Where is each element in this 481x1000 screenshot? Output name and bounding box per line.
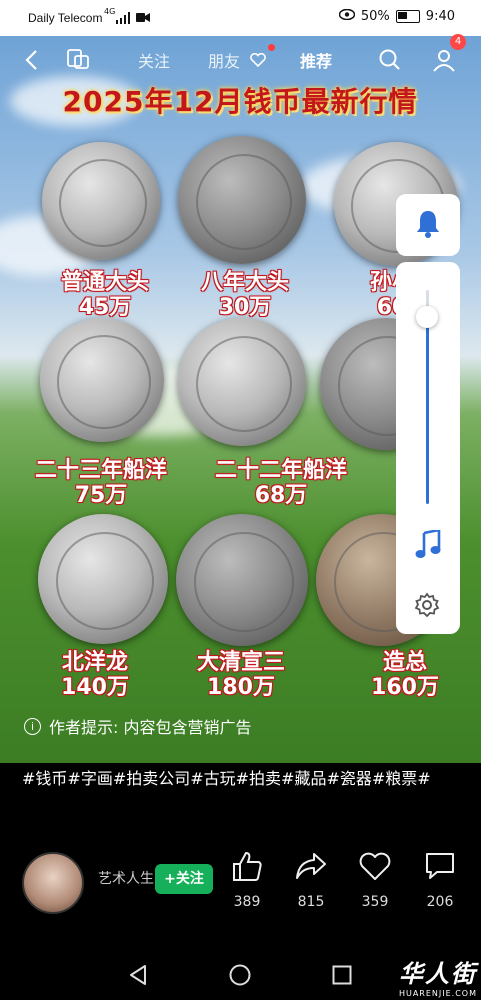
video-camera-icon	[136, 12, 150, 26]
tab-friends[interactable]: 朋友	[208, 48, 240, 72]
coin-caption: 北洋龙 140万	[30, 650, 160, 700]
site-watermark: 华人街 HUARENJIE.COM	[399, 954, 477, 998]
coin-price: 30万	[218, 295, 272, 320]
comment-bubble-icon[interactable]	[423, 853, 457, 886]
volume-slider-fill	[426, 318, 429, 504]
coin-price: 68万	[254, 483, 308, 508]
back-triangle-icon[interactable]	[128, 964, 148, 990]
coin-name: 北洋龙	[61, 650, 128, 675]
coin-image	[40, 318, 164, 442]
search-icon[interactable]	[378, 48, 402, 76]
tab-recommend[interactable]: 推荐	[300, 48, 332, 72]
coin-image	[178, 318, 306, 446]
coin-price: 160万	[371, 675, 439, 700]
back-icon[interactable]	[24, 49, 38, 75]
follow-button[interactable]: +关注	[155, 864, 213, 894]
comment-count: 206	[426, 894, 454, 910]
video-headline: 2025年12月钱币最新行情	[62, 85, 418, 118]
coin-name: 普通大头	[60, 270, 149, 295]
settings-gear-icon[interactable]	[414, 592, 440, 622]
share-count: 815	[297, 894, 325, 910]
volume-slider-handle[interactable]	[416, 306, 438, 328]
watermark-logo-text: 华人街	[399, 960, 477, 988]
author-name[interactable]: 艺术人生	[98, 868, 154, 888]
status-bar: Daily Telecom 4G 50% 9:40	[0, 0, 481, 36]
coin-name: 造总	[382, 650, 427, 675]
eye-icon	[338, 8, 356, 24]
volume-panel	[396, 262, 460, 634]
coin-price: 140万	[61, 675, 129, 700]
coin-caption: 造总 160万	[340, 650, 470, 700]
avatar[interactable]	[22, 852, 84, 914]
watermark-domain: HUARENJIE.COM	[398, 989, 477, 998]
share-arrow-icon[interactable]	[294, 853, 328, 886]
info-icon: i	[24, 717, 41, 735]
recents-square-icon[interactable]	[332, 965, 352, 989]
top-navigation: 关注 朋友 推荐 4	[0, 34, 481, 84]
tab-follow[interactable]: 关注	[138, 48, 170, 72]
signal-icon	[116, 12, 132, 27]
friends-red-dot	[268, 44, 275, 51]
bell-icon[interactable]	[414, 208, 442, 244]
favorite-action[interactable]: 359	[352, 850, 398, 910]
coin-price: 180万	[207, 675, 275, 700]
like-action[interactable]: 389	[224, 850, 270, 910]
share-action[interactable]: 815	[288, 850, 334, 910]
coin-name: 二十二年船洋	[214, 458, 347, 483]
profile-icon[interactable]	[432, 48, 456, 76]
notification-bell-panel[interactable]	[396, 194, 460, 256]
coin-image	[178, 136, 306, 264]
coin-image	[38, 514, 168, 644]
like-count: 389	[233, 894, 261, 910]
coin-caption: 二十三年船洋 75万	[16, 458, 186, 508]
post-hashtags[interactable]: #钱币#字画#拍卖公司#古玩#拍卖#藏品#瓷器#粮票#	[22, 766, 467, 792]
notification-badge: 4	[450, 34, 466, 50]
coin-image	[176, 514, 308, 646]
thumbs-up-icon[interactable]	[230, 851, 264, 886]
heart-icon[interactable]	[358, 852, 392, 886]
coin-image	[42, 142, 160, 260]
heart-outline-icon	[250, 52, 266, 71]
network-label: 4G	[104, 7, 116, 16]
comment-action[interactable]: 206	[417, 850, 463, 910]
music-note-icon[interactable]	[414, 528, 442, 564]
ad-notice: i 作者提示: 内容包含营销广告	[24, 714, 251, 738]
home-circle-icon[interactable]	[229, 964, 251, 990]
battery-percent: 50%	[360, 9, 390, 24]
coin-name: 八年大头	[200, 270, 289, 295]
multi-window-icon[interactable]	[66, 48, 90, 74]
coin-name: 二十三年船洋	[34, 458, 167, 483]
coin-caption: 大清宣三 180万	[176, 650, 306, 700]
system-navigation-bar: 华人街 HUARENJIE.COM	[0, 948, 481, 1000]
coin-name: 大清宣三	[196, 650, 285, 675]
ad-notice-text: 作者提示: 内容包含营销广告	[49, 718, 252, 737]
battery-icon	[395, 10, 420, 23]
coin-price: 45万	[78, 295, 132, 320]
favorite-count: 359	[361, 894, 389, 910]
coin-caption: 八年大头 30万	[180, 270, 310, 320]
carrier-label: Daily Telecom	[28, 11, 103, 25]
clock: 9:40	[425, 9, 455, 24]
coin-caption: 二十二年船洋 68万	[196, 458, 366, 508]
coin-caption: 普通大头 45万	[40, 270, 170, 320]
coin-price: 75万	[74, 483, 128, 508]
author-block[interactable]: 艺术人生	[22, 852, 154, 914]
